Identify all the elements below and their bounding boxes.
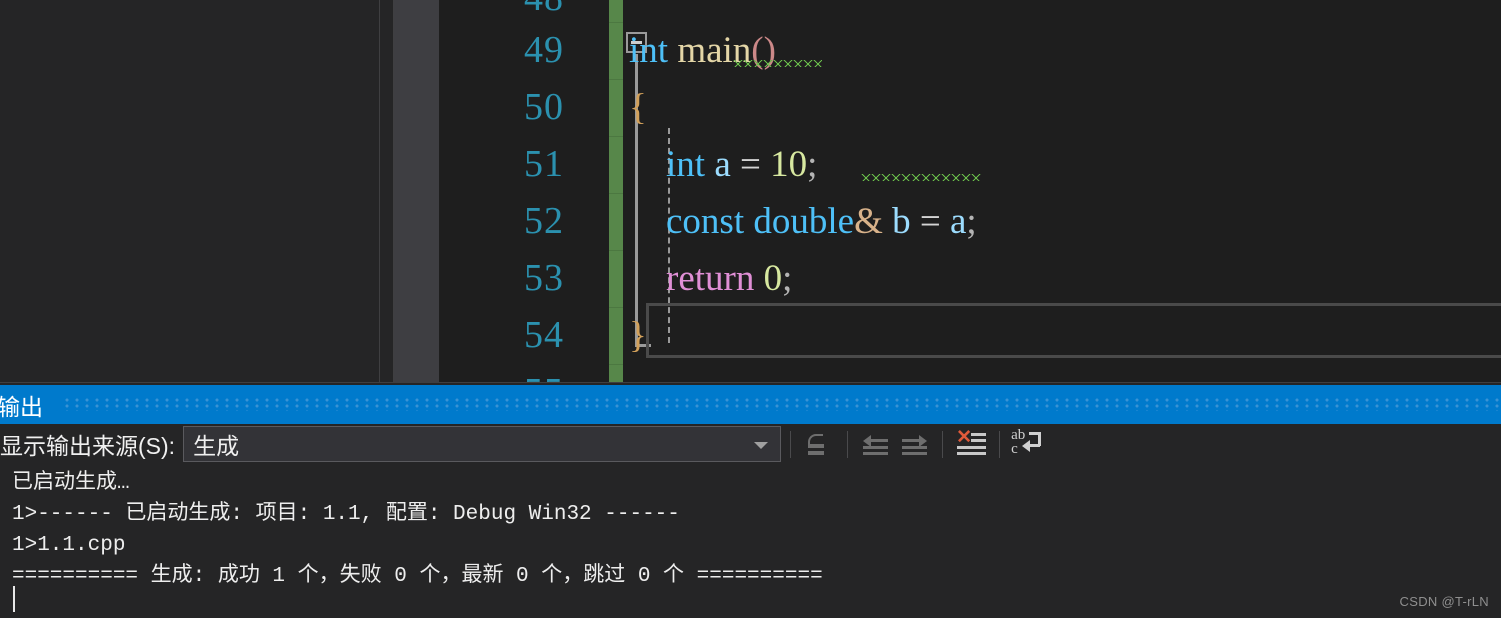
token-operator-assign: = [740,144,761,185]
c-glyph: c [1011,441,1018,457]
token-variable-a: a [714,144,731,185]
token-keyword-int: int [629,30,669,71]
change-bar-seam [609,79,623,80]
output-source-label: 显示输出来源(S): [0,433,176,459]
change-bar-seam [609,22,623,23]
change-bar-seam [609,250,623,251]
change-bar-seam [609,364,623,365]
line-number: 51 [524,143,564,185]
toolbar-separator [942,430,944,458]
chevron-down-icon[interactable] [754,442,769,449]
toggle-word-wrap-icon[interactable]: ab c [1009,427,1047,461]
text-caret [13,586,15,612]
line [957,452,987,455]
token-keyword-const: const [666,201,745,242]
navigate-forward-icon[interactable] [895,427,933,461]
editor-vertical-scrollbar[interactable] [394,0,830,383]
bar [863,452,889,455]
toolbar-separator [999,430,1001,458]
line-number: 50 [524,86,564,128]
line [971,433,987,436]
token-operator-assign: = [919,201,941,242]
line-number: 55 [444,364,564,383]
output-window-title: 输出 [0,393,43,420]
pane-divider-left [379,0,380,383]
token-semicolon: ; [782,258,793,299]
token-semicolon: ; [807,144,818,185]
token-variable-a: a [949,201,967,242]
navigate-backward-icon[interactable] [857,427,895,461]
editor-left-pane [0,0,380,383]
output-log-line: 1>1.1.cpp [12,534,126,557]
line-number: 52 [524,200,564,242]
token-variable-b: b [892,201,911,242]
code-line-53[interactable]: return 0; [629,250,792,307]
output-title-bar[interactable]: 输出 [0,385,1501,424]
output-log-line: 已启动生成… [12,472,130,495]
token-keyword-double: double [753,201,855,242]
change-bar-seam [609,136,623,137]
change-bar-seam [609,193,623,194]
token-ampersand: & [854,201,883,242]
token-semicolon: ; [966,201,977,242]
x-mark-glyph: ✕ [956,427,972,448]
output-source-dropdown[interactable]: 生成 [183,426,782,462]
toolbar-separator [847,430,849,458]
toolbar-separator [790,430,792,458]
output-toolbar: 显示输出来源(S): 生成 ✕ ab c [0,424,1501,464]
output-tool-window: 输出 显示输出来源(S): 生成 ✕ ab c 已启动生成… 1>------ … [0,383,1501,618]
wrap-tail-glyph [1028,444,1041,447]
watermark: CSDN @T-rLN [1399,594,1489,609]
code-editor-region: 48 49 50 51 52 53 54 55 [0,0,1501,383]
line-number: 53 [524,257,564,299]
code-line-50[interactable]: { [629,79,647,136]
code-surface[interactable]: 48 49 50 51 52 53 54 55 [439,0,1501,383]
output-source-value: 生成 [193,433,240,459]
bar [863,446,889,449]
output-log-line: 1>------ 已启动生成: 项目: 1.1, 配置: Debug Win32… [12,503,680,526]
code-line-51[interactable]: int a = 10; [629,136,817,193]
token-keyword-return: return [666,258,755,299]
bar [902,452,928,455]
change-indicator-bar [609,0,623,383]
bar [871,439,889,442]
code-text[interactable]: int main() { int a = 10; const double& b… [629,0,1501,383]
line [957,446,987,449]
goto-message-icon[interactable] [800,427,838,461]
code-line-52[interactable]: const double& b = a; [629,193,977,250]
drag-gripper[interactable] [65,398,1501,411]
bar [902,446,928,449]
output-log-area[interactable]: 已启动生成… 1>------ 已启动生成: 项目: 1.1, 配置: Debu… [0,464,1501,618]
visual-studio-window: 48 49 50 51 52 53 54 55 [0,0,1501,618]
token-brace-open: { [629,87,647,128]
code-line-54[interactable]: } [629,307,647,364]
error-squiggle-main [733,60,822,67]
bar [902,439,920,442]
change-bar-seam [609,307,623,308]
line-number: 49 [524,29,564,71]
token-keyword-int: int [666,144,706,185]
line-number: 54 [524,314,564,356]
output-log-line: ========== 生成: 成功 1 个，失败 0 个，最新 0 个，跳过 0… [12,565,823,588]
line-number-gutter: 48 49 50 51 52 53 54 55 [439,0,574,383]
token-number-10: 10 [770,144,808,185]
clear-all-icon[interactable]: ✕ [952,427,990,461]
token-brace-close: } [629,315,647,356]
code-line-49[interactable]: int main() [629,22,776,79]
token-number-0: 0 [763,258,783,299]
error-squiggle-a [861,174,981,181]
line [971,439,987,442]
